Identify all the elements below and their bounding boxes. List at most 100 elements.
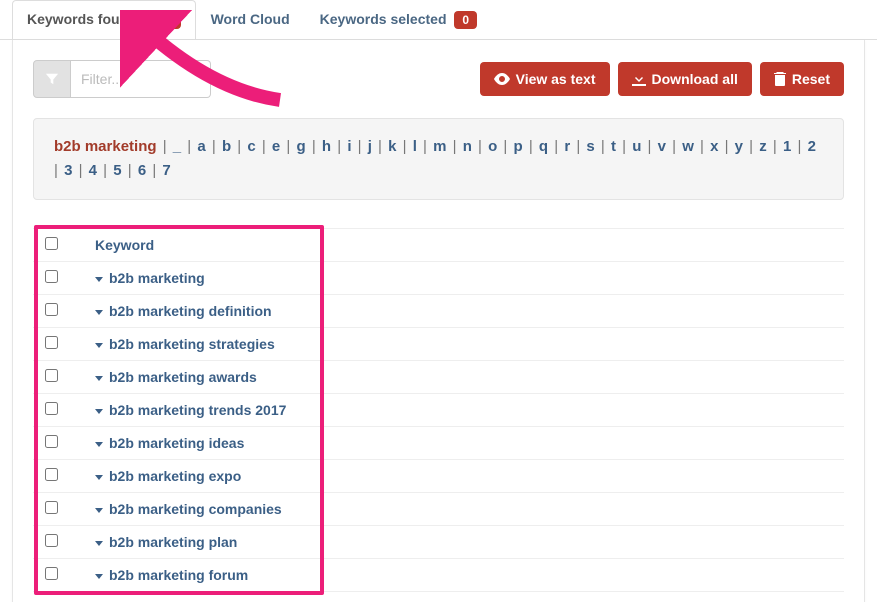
keyword-cell[interactable]: b2b marketing companies (83, 493, 844, 526)
row-checkbox[interactable] (45, 534, 58, 547)
alpha-link[interactable]: z (759, 138, 767, 155)
alpha-separator: | (720, 138, 732, 155)
alpha-link[interactable]: l (413, 138, 417, 155)
alpha-link[interactable]: b (222, 138, 231, 155)
alpha-link[interactable]: n (463, 138, 472, 155)
tab-label: Word Cloud (211, 11, 290, 27)
view-as-text-button[interactable]: View as text (480, 62, 610, 96)
keyword-text: b2b marketing (109, 270, 205, 286)
alpha-link[interactable]: k (388, 138, 396, 155)
alpha-link[interactable]: 2 (808, 138, 816, 155)
tab-keywords-selected[interactable]: Keywords selected 0 (305, 0, 492, 39)
alpha-link[interactable]: p (514, 138, 523, 155)
table-row: b2b marketing definition (33, 295, 844, 328)
alpha-link[interactable]: t (611, 138, 616, 155)
filter-input[interactable] (71, 60, 211, 98)
alpha-link[interactable]: q (539, 138, 548, 155)
row-checkbox-cell (33, 427, 83, 460)
keyword-text: b2b marketing awards (109, 369, 257, 385)
alpha-link[interactable]: _ (173, 138, 181, 155)
alpha-link[interactable]: g (297, 138, 306, 155)
table-row: b2b marketing strategies (33, 328, 844, 361)
filter-button[interactable] (33, 60, 71, 98)
tab-word-cloud[interactable]: Word Cloud (196, 0, 305, 39)
keyword-cell[interactable]: b2b marketing strategies (83, 328, 844, 361)
alpha-link[interactable]: w (682, 138, 694, 155)
keyword-cell[interactable]: b2b marketing trends 2017 (83, 394, 844, 427)
alpha-link[interactable]: y (735, 138, 743, 155)
alpha-link[interactable]: c (247, 138, 255, 155)
tab-label: Keywords selected (320, 11, 447, 27)
alpha-link[interactable]: 4 (89, 162, 97, 179)
alpha-separator: | (124, 162, 136, 179)
panel-main: View as text Download all Reset b2b mark… (12, 40, 865, 602)
alpha-separator: | (308, 138, 320, 155)
alpha-link[interactable]: m (433, 138, 446, 155)
alpha-link[interactable]: e (272, 138, 280, 155)
keywords-table: Keyword b2b marketing b2b marketing defin… (33, 228, 844, 592)
alpha-separator: | (163, 138, 171, 155)
alpha-link[interactable]: i (347, 138, 351, 155)
alpha-link[interactable]: 1 (783, 138, 791, 155)
keyword-cell[interactable]: b2b marketing plan (83, 526, 844, 559)
alpha-link[interactable]: 6 (138, 162, 146, 179)
row-checkbox[interactable] (45, 369, 58, 382)
alpha-separator: | (696, 138, 708, 155)
button-label: Download all (652, 71, 738, 87)
keyword-cell[interactable]: b2b marketing expo (83, 460, 844, 493)
alpha-link[interactable]: s (586, 138, 594, 155)
download-all-button[interactable]: Download all (618, 62, 752, 96)
chevron-down-icon (95, 343, 103, 348)
keyword-cell[interactable]: b2b marketing forum (83, 559, 844, 592)
select-all-checkbox[interactable] (45, 237, 58, 250)
alpha-separator: | (745, 138, 757, 155)
alpha-separator: | (499, 138, 511, 155)
alpha-link[interactable]: o (488, 138, 497, 155)
alpha-link[interactable]: r (564, 138, 570, 155)
row-checkbox[interactable] (45, 270, 58, 283)
tab-label: Keywords found (27, 11, 137, 27)
row-checkbox[interactable] (45, 336, 58, 349)
alpha-link[interactable]: j (368, 138, 372, 155)
alpha-index: b2b marketing | _ | a | b | c | e | g | … (33, 118, 844, 200)
filter-group (33, 60, 211, 98)
row-checkbox[interactable] (45, 567, 58, 580)
trash-icon (774, 72, 786, 86)
keyword-cell[interactable]: b2b marketing ideas (83, 427, 844, 460)
row-checkbox[interactable] (45, 468, 58, 481)
badge-selected-count: 0 (454, 11, 477, 29)
alpha-separator: | (183, 138, 195, 155)
keyword-text: b2b marketing companies (109, 501, 282, 517)
reset-button[interactable]: Reset (760, 62, 844, 96)
table-row: b2b marketing plan (33, 526, 844, 559)
tab-keywords-found[interactable]: Keywords found 267 (12, 0, 196, 39)
chevron-down-icon (95, 376, 103, 381)
keyword-cell[interactable]: b2b marketing (83, 262, 844, 295)
filter-icon (45, 72, 59, 86)
row-checkbox-cell (33, 526, 83, 559)
row-checkbox[interactable] (45, 402, 58, 415)
row-checkbox[interactable] (45, 435, 58, 448)
keyword-text: b2b marketing definition (109, 303, 272, 319)
alpha-link[interactable]: h (322, 138, 331, 155)
alpha-link[interactable]: a (197, 138, 205, 155)
alpha-link[interactable]: u (632, 138, 641, 155)
alpha-link[interactable]: v (658, 138, 666, 155)
alpha-separator: | (769, 138, 781, 155)
keyword-text: b2b marketing ideas (109, 435, 244, 451)
alpha-separator: | (668, 138, 680, 155)
alpha-link[interactable]: 3 (64, 162, 72, 179)
column-header-keyword[interactable]: Keyword (83, 229, 844, 262)
alpha-separator: | (572, 138, 584, 155)
row-checkbox-cell (33, 460, 83, 493)
alpha-separator: | (398, 138, 410, 155)
alpha-link[interactable]: 7 (162, 162, 170, 179)
alpha-link[interactable]: 5 (113, 162, 121, 179)
keyword-cell[interactable]: b2b marketing awards (83, 361, 844, 394)
row-checkbox[interactable] (45, 303, 58, 316)
keyword-cell[interactable]: b2b marketing definition (83, 295, 844, 328)
alpha-separator: | (99, 162, 111, 179)
row-checkbox[interactable] (45, 501, 58, 514)
keyword-text: b2b marketing forum (109, 567, 248, 583)
alpha-link[interactable]: x (710, 138, 718, 155)
